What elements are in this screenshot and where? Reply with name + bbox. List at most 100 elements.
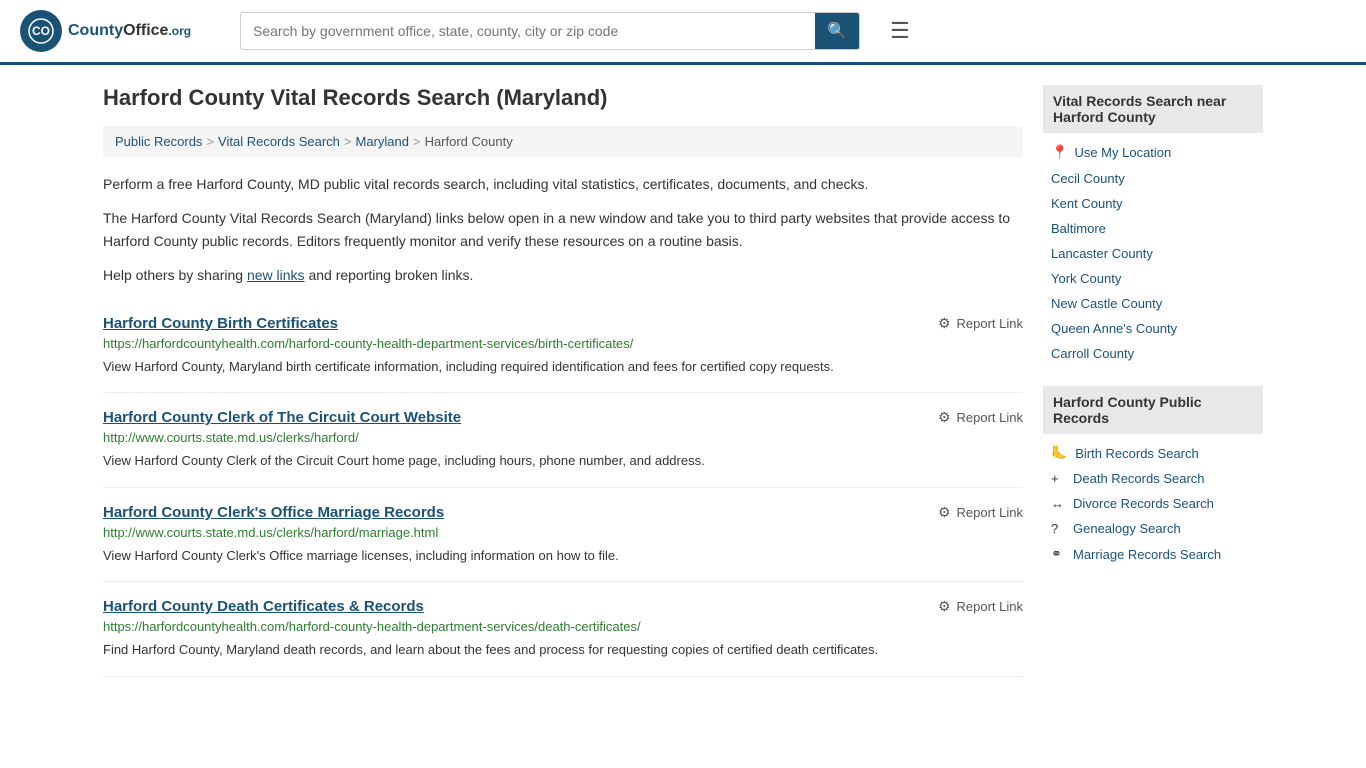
report-link-label-0: Report Link (957, 316, 1023, 331)
nearby-county-link-2[interactable]: Baltimore (1051, 221, 1106, 236)
public-records-section: Harford County Public Records 🦶 Birth Re… (1043, 386, 1263, 567)
description-para3: Help others by sharing new links and rep… (103, 264, 1023, 286)
result-header-3: Harford County Death Certificates & Reco… (103, 598, 1023, 615)
report-link-0[interactable]: ⚙ Report Link (938, 315, 1023, 332)
breadcrumb-public-records[interactable]: Public Records (115, 134, 202, 149)
public-record-item: ? Genealogy Search (1043, 516, 1263, 541)
result-desc-3: Find Harford County, Maryland death reco… (103, 640, 1023, 660)
result-url-2[interactable]: http://www.courts.state.md.us/clerks/har… (103, 525, 1023, 540)
breadcrumb-harford: Harford County (425, 134, 513, 149)
result-item: Harford County Clerk of The Circuit Cour… (103, 393, 1023, 488)
breadcrumb-sep-2: > (344, 134, 352, 149)
nearby-county-item: Kent County (1043, 191, 1263, 216)
page-title: Harford County Vital Records Search (Mar… (103, 85, 1023, 111)
report-link-3[interactable]: ⚙ Report Link (938, 598, 1023, 615)
result-url-0[interactable]: https://harfordcountyhealth.com/harford-… (103, 336, 1023, 351)
use-my-location[interactable]: 📍 Use My Location (1043, 139, 1263, 166)
nearby-county-link-3[interactable]: Lancaster County (1051, 246, 1153, 261)
sidebar: Vital Records Search near Harford County… (1043, 85, 1263, 677)
report-link-2[interactable]: ⚙ Report Link (938, 504, 1023, 521)
logo-text: CountyOffice.org (68, 22, 191, 40)
menu-icon[interactable]: ☰ (890, 18, 910, 44)
public-record-item: 🦶 Birth Records Search (1043, 440, 1263, 466)
description-para1: Perform a free Harford County, MD public… (103, 173, 1023, 195)
nearby-county-item: Baltimore (1043, 216, 1263, 241)
breadcrumb-sep-3: > (413, 134, 421, 149)
nearby-header: Vital Records Search near Harford County (1043, 85, 1263, 133)
public-records-list: 🦶 Birth Records Search + Death Records S… (1043, 440, 1263, 567)
report-link-label-2: Report Link (957, 505, 1023, 520)
nearby-county-link-7[interactable]: Carroll County (1051, 346, 1134, 361)
content-area: Harford County Vital Records Search (Mar… (103, 85, 1023, 677)
nearby-county-item: Cecil County (1043, 166, 1263, 191)
svg-text:CO: CO (32, 24, 50, 38)
public-record-item: ⚭ Marriage Records Search (1043, 541, 1263, 567)
nearby-section: Vital Records Search near Harford County… (1043, 85, 1263, 366)
result-header-2: Harford County Clerk's Office Marriage R… (103, 504, 1023, 521)
public-record-link-1[interactable]: Death Records Search (1073, 471, 1205, 486)
result-item: Harford County Clerk's Office Marriage R… (103, 488, 1023, 583)
breadcrumb-sep-1: > (206, 134, 214, 149)
main-container: Harford County Vital Records Search (Mar… (83, 65, 1283, 697)
public-record-link-4[interactable]: Marriage Records Search (1073, 547, 1221, 562)
logo-tld: .org (168, 24, 191, 38)
breadcrumb: Public Records > Vital Records Search > … (103, 126, 1023, 157)
public-record-icon-3: ? (1051, 521, 1065, 536)
public-record-icon-1: + (1051, 471, 1065, 486)
public-record-item: ↔ Divorce Records Search (1043, 491, 1263, 516)
nearby-counties-list: Cecil County Kent County Baltimore Lancaste… (1043, 166, 1263, 366)
report-link-icon-1: ⚙ (938, 409, 951, 426)
nearby-county-link-6[interactable]: Queen Anne's County (1051, 321, 1177, 336)
result-item: Harford County Death Certificates & Reco… (103, 582, 1023, 677)
search-button[interactable]: 🔍 (815, 13, 859, 49)
report-link-1[interactable]: ⚙ Report Link (938, 409, 1023, 426)
public-record-link-2[interactable]: Divorce Records Search (1073, 496, 1214, 511)
result-header-1: Harford County Clerk of The Circuit Cour… (103, 409, 1023, 426)
search-bar: 🔍 (240, 12, 860, 50)
public-records-header: Harford County Public Records (1043, 386, 1263, 434)
report-link-label-1: Report Link (957, 410, 1023, 425)
nearby-county-item: Carroll County (1043, 341, 1263, 366)
report-link-icon-2: ⚙ (938, 504, 951, 521)
result-title-2[interactable]: Harford County Clerk's Office Marriage R… (103, 504, 444, 521)
public-record-icon-2: ↔ (1051, 496, 1065, 511)
public-record-link-0[interactable]: Birth Records Search (1075, 446, 1199, 461)
site-header: CO CountyOffice.org 🔍 ☰ (0, 0, 1366, 65)
public-record-link-3[interactable]: Genealogy Search (1073, 521, 1181, 536)
logo-area: CO CountyOffice.org (20, 10, 220, 52)
result-header-0: Harford County Birth Certificates ⚙ Repo… (103, 315, 1023, 332)
logo-county: County (68, 22, 123, 39)
search-input[interactable] (241, 15, 815, 47)
result-item: Harford County Birth Certificates ⚙ Repo… (103, 299, 1023, 394)
breadcrumb-vital-records[interactable]: Vital Records Search (218, 134, 340, 149)
nearby-county-item: Lancaster County (1043, 241, 1263, 266)
result-url-3[interactable]: https://harfordcountyhealth.com/harford-… (103, 619, 1023, 634)
new-links-link[interactable]: new links (247, 267, 305, 283)
result-desc-0: View Harford County, Maryland birth cert… (103, 357, 1023, 377)
report-link-icon-0: ⚙ (938, 315, 951, 332)
public-record-icon-0: 🦶 (1051, 445, 1067, 461)
result-title-1[interactable]: Harford County Clerk of The Circuit Cour… (103, 409, 461, 426)
public-record-item: + Death Records Search (1043, 466, 1263, 491)
report-link-label-3: Report Link (957, 599, 1023, 614)
nearby-county-item: New Castle County (1043, 291, 1263, 316)
result-title-3[interactable]: Harford County Death Certificates & Reco… (103, 598, 424, 615)
result-desc-2: View Harford County Clerk's Office marri… (103, 546, 1023, 566)
breadcrumb-maryland[interactable]: Maryland (356, 134, 409, 149)
report-link-icon-3: ⚙ (938, 598, 951, 615)
nearby-county-link-5[interactable]: New Castle County (1051, 296, 1162, 311)
result-url-1[interactable]: http://www.courts.state.md.us/clerks/har… (103, 430, 1023, 445)
nearby-county-link-4[interactable]: York County (1051, 271, 1121, 286)
nearby-county-item: Queen Anne's County (1043, 316, 1263, 341)
results-list: Harford County Birth Certificates ⚙ Repo… (103, 299, 1023, 677)
use-my-location-link[interactable]: Use My Location (1074, 145, 1171, 160)
nearby-county-item: York County (1043, 266, 1263, 291)
logo-office: Office (123, 22, 168, 39)
nearby-county-link-0[interactable]: Cecil County (1051, 171, 1125, 186)
nearby-county-link-1[interactable]: Kent County (1051, 196, 1123, 211)
logo-icon: CO (20, 10, 62, 52)
location-icon: 📍 (1051, 144, 1068, 161)
public-record-icon-4: ⚭ (1051, 546, 1065, 562)
result-desc-1: View Harford County Clerk of the Circuit… (103, 451, 1023, 471)
result-title-0[interactable]: Harford County Birth Certificates (103, 315, 338, 332)
